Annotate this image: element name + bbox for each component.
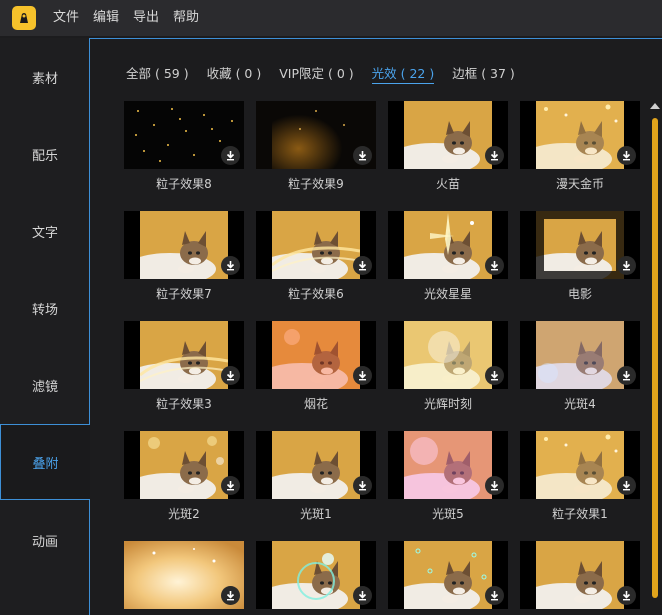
effect-card[interactable]: 粒子效果9 — [256, 101, 376, 192]
effect-name: 光效星星 — [423, 287, 472, 301]
menu-export[interactable]: 导出 — [126, 0, 166, 36]
app-logo-icon — [12, 6, 36, 30]
effect-thumbnail[interactable] — [256, 431, 376, 499]
download-icon[interactable] — [617, 146, 636, 165]
effect-name: 火苗 — [435, 177, 460, 191]
effect-name: 光斑1 — [300, 507, 332, 521]
effect-card[interactable]: 粒子效果1 — [520, 431, 640, 522]
effect-card[interactable]: 光斑5 — [388, 431, 508, 522]
effects-panel: 全部 ( 59 ) 收藏 ( 0 ) VIP限定 ( 0 ) 光效 ( 22 )… — [90, 39, 662, 615]
effect-name: 粒子效果6 — [288, 287, 344, 301]
effect-name: 光斑2 — [168, 507, 200, 521]
effect-card[interactable]: 光效星星 — [388, 211, 508, 302]
effect-card[interactable]: 粒子效果7 — [124, 211, 244, 302]
effect-thumbnail[interactable] — [388, 431, 508, 499]
download-icon[interactable] — [617, 366, 636, 385]
download-icon[interactable] — [221, 146, 240, 165]
effect-thumbnail[interactable] — [520, 431, 640, 499]
effect-name: 烟花 — [303, 397, 328, 411]
effect-card[interactable] — [124, 541, 244, 609]
effect-name: 粒子效果9 — [288, 177, 344, 191]
download-icon[interactable] — [353, 256, 372, 275]
effect-thumbnail[interactable] — [124, 431, 244, 499]
download-icon[interactable] — [617, 586, 636, 605]
effect-name: 粒子效果7 — [156, 287, 212, 301]
effect-card[interactable]: 粒子效果8 — [124, 101, 244, 192]
effect-name: 光斑4 — [564, 397, 596, 411]
effect-card[interactable]: 电影 — [520, 211, 640, 302]
tab-vip[interactable]: VIP限定 ( 0 ) — [279, 63, 353, 84]
effect-thumbnail[interactable] — [388, 211, 508, 279]
sidebar-item-overlays[interactable]: 叠附 — [0, 424, 90, 500]
effect-card[interactable]: 光斑1 — [256, 431, 376, 522]
menu-bar: 文件 编辑 导出 帮助 — [0, 0, 662, 36]
effect-thumbnail[interactable] — [388, 541, 508, 609]
download-icon[interactable] — [221, 256, 240, 275]
sidebar-item-transitions[interactable]: 转场 — [0, 270, 90, 347]
effect-card[interactable]: 光斑2 — [124, 431, 244, 522]
effect-card[interactable] — [388, 541, 508, 609]
sidebar-item-materials[interactable]: 素材 — [0, 38, 90, 116]
menu-edit[interactable]: 编辑 — [86, 0, 126, 36]
effect-thumbnail[interactable] — [520, 101, 640, 169]
download-icon[interactable] — [221, 476, 240, 495]
effect-thumbnail[interactable] — [124, 541, 244, 609]
filter-tabs: 全部 ( 59 ) 收藏 ( 0 ) VIP限定 ( 0 ) 光效 ( 22 )… — [126, 63, 533, 84]
download-icon[interactable] — [353, 476, 372, 495]
sidebar-item-filters[interactable]: 滤镜 — [0, 347, 90, 424]
download-icon[interactable] — [353, 586, 372, 605]
effect-thumbnail[interactable] — [256, 541, 376, 609]
tab-favorites[interactable]: 收藏 ( 0 ) — [207, 63, 262, 84]
download-icon[interactable] — [485, 476, 504, 495]
effect-thumbnail[interactable] — [388, 101, 508, 169]
tab-light-effects[interactable]: 光效 ( 22 ) — [371, 63, 435, 84]
scroll-up-icon[interactable] — [650, 103, 660, 109]
menu-file[interactable]: 文件 — [46, 0, 86, 36]
download-icon[interactable] — [485, 256, 504, 275]
effect-thumbnail[interactable] — [520, 541, 640, 609]
effect-thumbnail[interactable] — [256, 321, 376, 389]
effect-card[interactable]: 烟花 — [256, 321, 376, 412]
download-icon[interactable] — [221, 586, 240, 605]
effect-card[interactable]: 粒子效果3 — [124, 321, 244, 412]
sidebar-item-music[interactable]: 配乐 — [0, 116, 90, 193]
sidebar-item-text[interactable]: 文字 — [0, 193, 90, 270]
effect-card[interactable] — [256, 541, 376, 609]
category-sidebar: 素材 配乐 文字 转场 滤镜 叠附 动画 — [0, 38, 90, 615]
download-icon[interactable] — [353, 366, 372, 385]
effect-name: 光斑5 — [432, 507, 464, 521]
effect-card[interactable]: 粒子效果6 — [256, 211, 376, 302]
effect-thumbnail[interactable] — [520, 321, 640, 389]
download-icon[interactable] — [485, 366, 504, 385]
effect-thumbnail[interactable] — [256, 101, 376, 169]
download-icon[interactable] — [353, 146, 372, 165]
effect-name: 电影 — [567, 287, 592, 301]
effect-card[interactable]: 光斑4 — [520, 321, 640, 412]
effect-card[interactable]: 光辉时刻 — [388, 321, 508, 412]
effect-thumbnail[interactable] — [520, 211, 640, 279]
effect-name: 粒子效果8 — [156, 177, 212, 191]
download-icon[interactable] — [485, 586, 504, 605]
menu-help[interactable]: 帮助 — [166, 0, 206, 36]
download-icon[interactable] — [617, 256, 636, 275]
effect-thumbnail[interactable] — [124, 101, 244, 169]
effect-card[interactable] — [520, 541, 640, 609]
download-icon[interactable] — [221, 366, 240, 385]
effect-thumbnail[interactable] — [256, 211, 376, 279]
sidebar-item-animation[interactable]: 动画 — [0, 500, 90, 581]
scrollbar-thumb[interactable] — [652, 118, 658, 598]
download-icon[interactable] — [617, 476, 636, 495]
download-icon[interactable] — [485, 146, 504, 165]
effect-thumbnail[interactable] — [124, 321, 244, 389]
effect-card[interactable]: 漫天金币 — [520, 101, 640, 192]
effect-name: 漫天金币 — [555, 177, 604, 191]
effect-name: 粒子效果1 — [552, 507, 608, 521]
effect-thumbnail[interactable] — [124, 211, 244, 279]
effect-name: 光辉时刻 — [423, 397, 472, 411]
tab-borders[interactable]: 边框 ( 37 ) — [452, 63, 515, 84]
tab-all[interactable]: 全部 ( 59 ) — [126, 63, 189, 84]
effect-name: 粒子效果3 — [156, 397, 212, 411]
effect-thumbnail[interactable] — [388, 321, 508, 389]
effect-card[interactable]: 火苗 — [388, 101, 508, 192]
